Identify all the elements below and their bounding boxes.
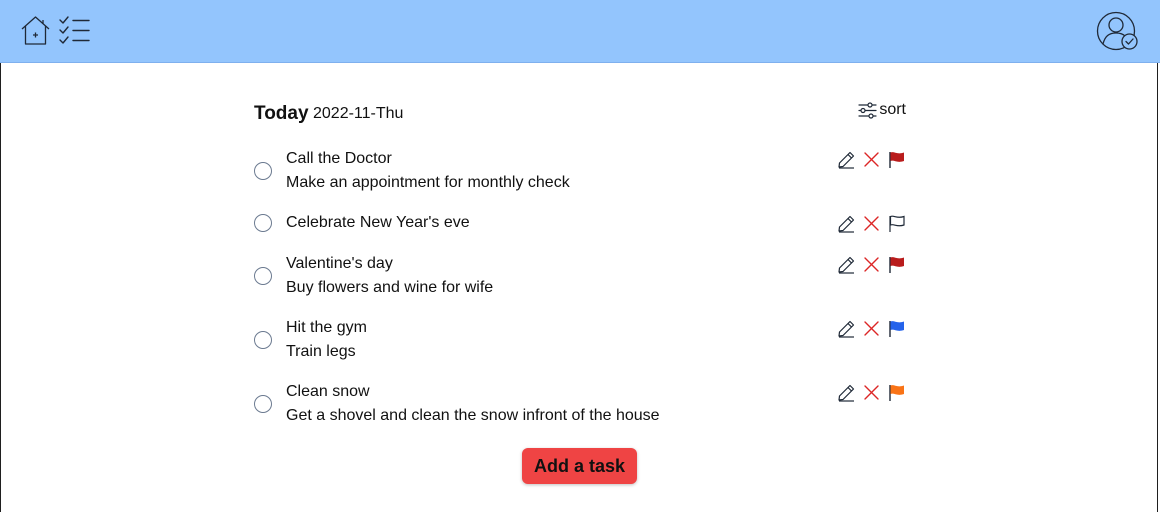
flag-outline-icon[interactable]: [887, 214, 906, 233]
task-actions: [837, 255, 906, 274]
task-title: Valentine's day: [286, 255, 393, 272]
complete-checkbox[interactable]: [254, 331, 272, 349]
delete-x-icon[interactable]: [862, 150, 881, 169]
complete-checkbox[interactable]: [254, 214, 272, 232]
current-date: 2022-11-Thu: [313, 105, 404, 122]
add-task-button[interactable]: Add a task: [522, 448, 637, 484]
sliders-icon: [858, 101, 877, 119]
delete-x-icon[interactable]: [862, 255, 881, 274]
delete-x-icon[interactable]: [862, 319, 881, 338]
pencil-icon[interactable]: [837, 383, 856, 402]
pencil-icon[interactable]: [837, 150, 856, 169]
delete-x-icon[interactable]: [862, 214, 881, 233]
app-window: [0, 0, 1158, 512]
list-header: Today 2022-11-Thu sort: [254, 96, 906, 130]
pencil-icon[interactable]: [837, 319, 856, 338]
task-description: Get a shovel and clean the snow infront …: [286, 407, 660, 424]
sort-button[interactable]: sort: [858, 101, 906, 119]
user-check-icon[interactable]: [1096, 11, 1139, 51]
delete-x-icon[interactable]: [862, 383, 881, 402]
complete-checkbox[interactable]: [254, 395, 272, 413]
task-title: Celebrate New Year's eve: [286, 214, 470, 231]
page-title: Today: [254, 103, 309, 124]
flag-red-icon[interactable]: [887, 255, 906, 274]
task-title: Hit the gym: [286, 319, 367, 336]
task-description: Buy flowers and wine for wife: [286, 279, 494, 296]
task-description: Make an appointment for monthly check: [286, 174, 570, 191]
sort-label: sort: [879, 101, 906, 118]
pencil-icon[interactable]: [837, 214, 856, 233]
task-title: Call the Doctor: [286, 150, 392, 167]
checklist-icon[interactable]: [58, 15, 91, 46]
top-navbar: [0, 0, 1160, 63]
task-description: Train legs: [286, 343, 356, 360]
flag-blue-icon[interactable]: [887, 319, 906, 338]
home-add-icon[interactable]: [20, 15, 51, 46]
task-title: Clean snow: [286, 383, 370, 400]
complete-checkbox[interactable]: [254, 267, 272, 285]
task-actions: [837, 214, 906, 233]
task-actions: [837, 383, 906, 402]
task-panel: Today 2022-11-Thu sort Call the Doctor M…: [254, 96, 906, 424]
task-actions: [837, 150, 906, 169]
flag-orange-icon[interactable]: [887, 383, 906, 402]
task-actions: [837, 319, 906, 338]
pencil-icon[interactable]: [837, 255, 856, 274]
complete-checkbox[interactable]: [254, 162, 272, 180]
flag-red-icon[interactable]: [887, 150, 906, 169]
